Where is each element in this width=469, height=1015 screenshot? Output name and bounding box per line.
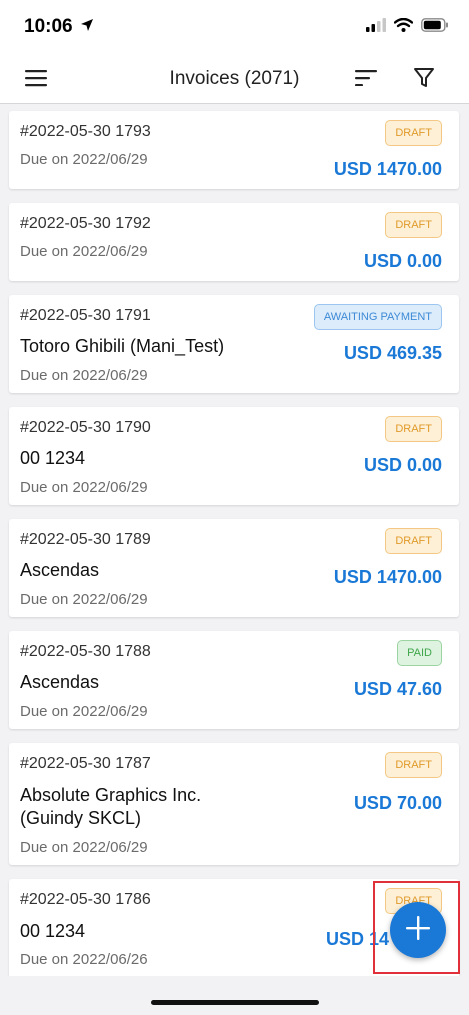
client-name: Absolute Graphics Inc. bbox=[20, 785, 202, 805]
due-date: Due on 2022/06/26 bbox=[20, 951, 148, 968]
filter-icon bbox=[413, 67, 435, 94]
status-badge: DRAFT bbox=[385, 528, 442, 554]
invoice-number: #2022-05-30 1793 bbox=[20, 123, 151, 140]
due-date: Due on 2022/06/29 bbox=[20, 243, 148, 260]
invoice-card[interactable]: #2022-05-30 1789 DRAFT Ascendas Due on 2… bbox=[9, 519, 459, 617]
invoice-amount: USD 0.00 bbox=[363, 251, 442, 271]
invoice-number: #2022-05-30 1787 bbox=[20, 755, 151, 772]
invoice-amount: USD 47.60 bbox=[353, 679, 442, 699]
client-name: Ascendas bbox=[20, 672, 100, 692]
invoice-list: #2022-05-30 1793 DRAFT Due on 2022/06/29… bbox=[0, 104, 469, 976]
invoice-card[interactable]: #2022-05-30 1792 DRAFT Due on 2022/06/29… bbox=[9, 203, 459, 281]
invoice-number: #2022-05-30 1792 bbox=[20, 215, 151, 232]
status-badge: DRAFT bbox=[385, 212, 442, 238]
status-bar: 10:06 bbox=[0, 0, 469, 56]
invoice-amount: USD 469.35 bbox=[343, 343, 442, 363]
client-name: Ascendas bbox=[20, 560, 100, 580]
status-badge: DRAFT bbox=[385, 752, 442, 778]
home-indicator[interactable] bbox=[151, 1000, 319, 1005]
due-date: Due on 2022/06/29 bbox=[20, 591, 148, 608]
invoice-card[interactable]: #2022-05-30 1791 AWAITING PAYMENT Totoro… bbox=[9, 295, 459, 393]
signal-icon bbox=[366, 18, 386, 37]
invoice-number: #2022-05-30 1786 bbox=[20, 891, 151, 908]
client-name: 00 1234 bbox=[20, 921, 86, 941]
page-title: Invoices (2071) bbox=[169, 68, 300, 89]
status-badge: AWAITING PAYMENT bbox=[313, 304, 442, 330]
invoice-card[interactable]: #2022-05-30 1793 DRAFT Due on 2022/06/29… bbox=[9, 111, 459, 189]
due-date: Due on 2022/06/29 bbox=[20, 703, 148, 720]
battery-icon bbox=[421, 18, 449, 37]
sort-button[interactable] bbox=[350, 64, 382, 96]
invoice-amount: USD 1470.00 bbox=[333, 159, 442, 179]
client-name: Totoro Ghibili (Mani_Test) bbox=[20, 336, 225, 356]
status-badge: PAID bbox=[397, 640, 442, 666]
location-arrow-icon bbox=[80, 18, 94, 37]
client-name-continued: (Guindy SKCL) bbox=[20, 808, 142, 828]
status-time: 10:06 bbox=[24, 16, 73, 37]
invoice-number: #2022-05-30 1790 bbox=[20, 419, 151, 436]
due-date: Due on 2022/06/29 bbox=[20, 479, 148, 496]
home-indicator-area bbox=[0, 976, 469, 1015]
nav-bar: Invoices (2071) bbox=[0, 56, 469, 104]
invoice-card[interactable]: #2022-05-30 1787 DRAFT Absolute Graphics… bbox=[9, 743, 459, 865]
filter-button[interactable] bbox=[408, 64, 440, 96]
wifi-icon bbox=[393, 17, 414, 37]
sort-icon bbox=[355, 69, 377, 91]
invoice-number: #2022-05-30 1789 bbox=[20, 531, 151, 548]
invoice-amount: USD 1470.00 bbox=[333, 567, 442, 587]
highlight-box bbox=[373, 881, 460, 974]
status-indicators bbox=[366, 17, 449, 37]
status-badge: DRAFT bbox=[385, 120, 442, 146]
status-badge: DRAFT bbox=[385, 416, 442, 442]
invoice-card[interactable]: #2022-05-30 1788 PAID Ascendas Due on 20… bbox=[9, 631, 459, 729]
due-date: Due on 2022/06/29 bbox=[20, 367, 148, 384]
due-date: Due on 2022/06/29 bbox=[20, 151, 148, 168]
client-name: 00 1234 bbox=[20, 448, 86, 468]
due-date: Due on 2022/06/29 bbox=[20, 839, 148, 856]
invoice-amount: USD 70.00 bbox=[353, 793, 442, 813]
invoice-amount: USD 0.00 bbox=[363, 455, 442, 475]
invoice-number: #2022-05-30 1788 bbox=[20, 643, 151, 660]
invoice-number: #2022-05-30 1791 bbox=[20, 307, 151, 324]
invoice-card[interactable]: #2022-05-30 1790 DRAFT 00 1234 Due on 20… bbox=[9, 407, 459, 505]
